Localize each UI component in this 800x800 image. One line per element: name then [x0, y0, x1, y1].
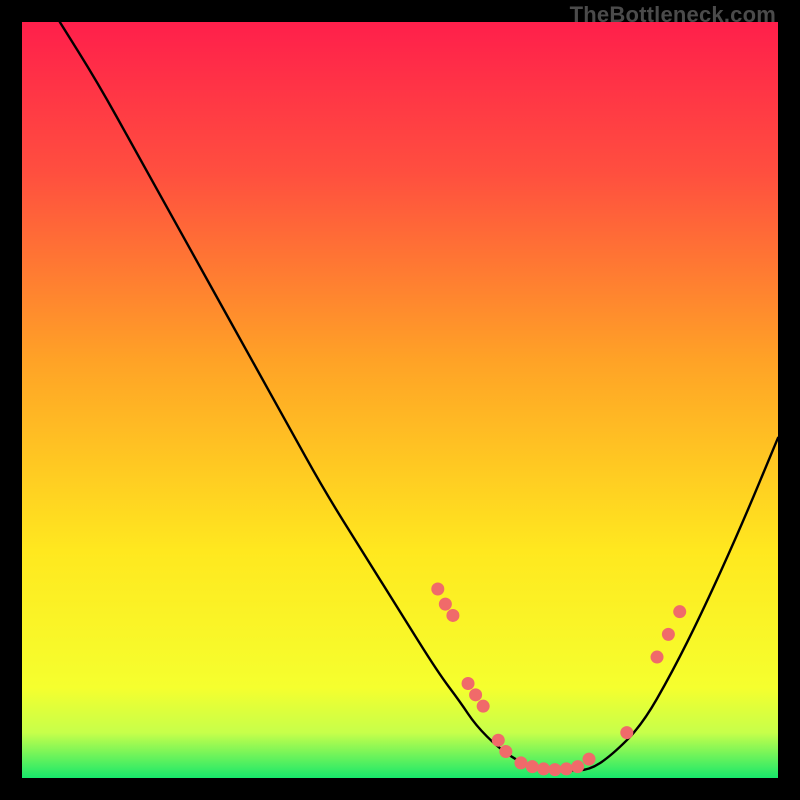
curve-marker [662, 628, 675, 641]
curve-marker [499, 745, 512, 758]
curve-marker [439, 598, 452, 611]
curve-marker [548, 763, 561, 776]
curve-marker [477, 700, 490, 713]
curve-marker [673, 605, 686, 618]
curve-marker [537, 762, 550, 775]
curve-marker [583, 753, 596, 766]
curve-marker [560, 762, 573, 775]
curve-marker [571, 760, 584, 773]
curve-marker [651, 651, 664, 664]
chart-frame [22, 22, 778, 778]
chart-background [22, 22, 778, 778]
curve-marker [526, 760, 539, 773]
bottleneck-chart [22, 22, 778, 778]
curve-marker [514, 756, 527, 769]
curve-marker [431, 583, 444, 596]
curve-marker [469, 688, 482, 701]
curve-marker [620, 726, 633, 739]
curve-marker [492, 734, 505, 747]
curve-marker [446, 609, 459, 622]
curve-marker [462, 677, 475, 690]
